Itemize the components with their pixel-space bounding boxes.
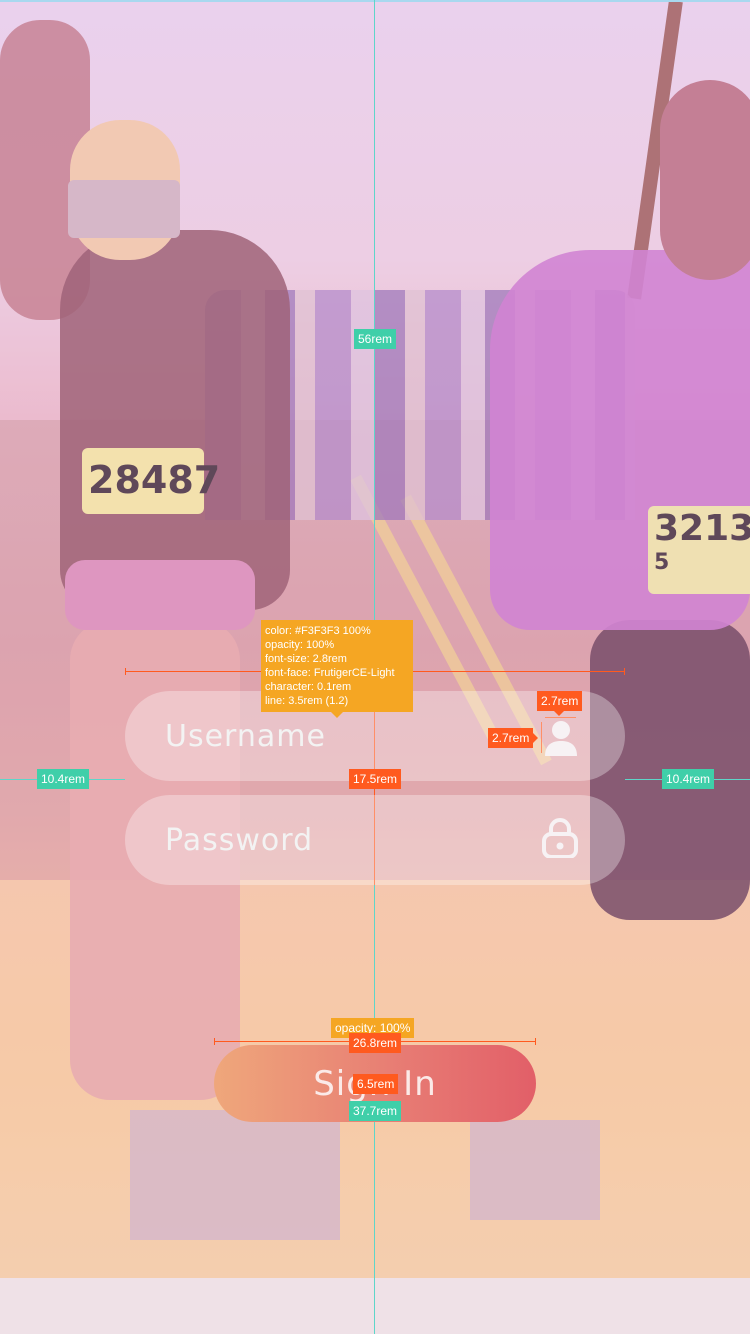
button-width-badge: 26.8rem <box>349 1033 402 1053</box>
button-bottom-badge: 37.7rem <box>349 1101 402 1121</box>
icon-height-badge: 2.7rem <box>488 728 539 748</box>
guide-tick <box>624 668 625 675</box>
button-height-badge: 6.5rem <box>353 1074 399 1094</box>
text-spec-tooltip: color: #F3F3F3 100% opacity: 100% font-s… <box>261 620 413 718</box>
right-margin-badge: 10.4rem <box>662 769 715 789</box>
lock-icon <box>542 818 578 859</box>
top-guide <box>0 0 750 2</box>
icon-width-badge: 2.7rem <box>537 691 583 716</box>
spec-font-size: font-size: 2.8rem <box>265 653 347 665</box>
spec-line: line: 3.5rem (1.2) <box>265 695 349 707</box>
person-icon <box>543 720 579 760</box>
spec-color: color: #F3F3F3 100% <box>265 625 371 637</box>
top-offset-badge: 56rem <box>354 329 397 349</box>
guide-tick <box>535 1038 536 1045</box>
guide-tick <box>214 1038 215 1045</box>
spec-font-face: font-face: FrutigerCE-Light <box>265 667 395 679</box>
field-gap-badge: 17.5rem <box>349 769 402 789</box>
spec-character: character: 0.1rem <box>265 681 352 693</box>
left-margin-badge: 10.4rem <box>37 769 90 789</box>
guide-tick <box>125 668 126 675</box>
spec-opacity: opacity: 100% <box>265 639 335 651</box>
